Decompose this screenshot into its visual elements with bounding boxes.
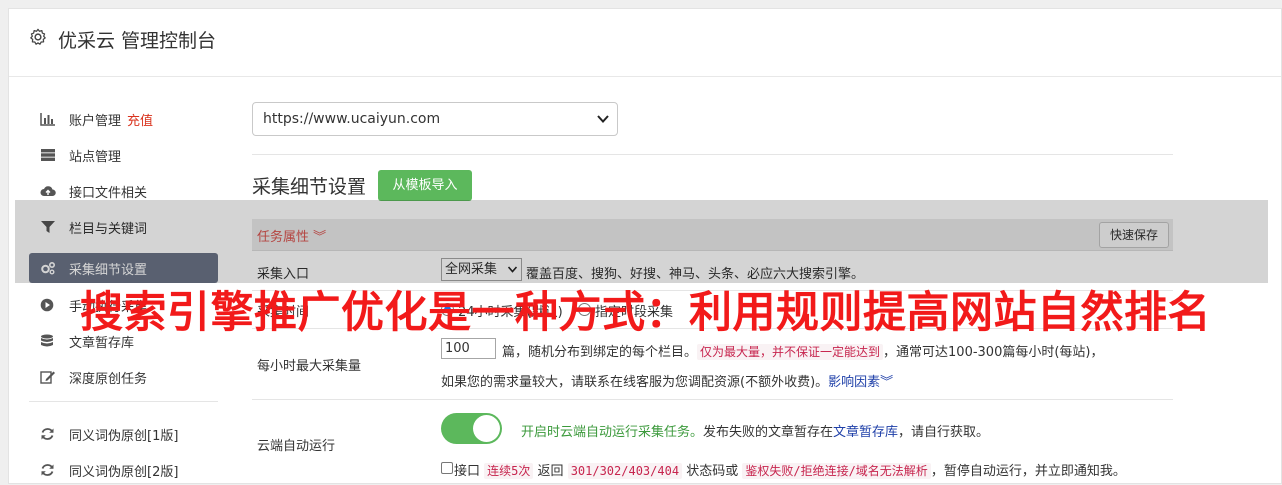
play-circle-icon bbox=[40, 298, 54, 312]
site-select[interactable]: https://www.ucaiyun.com bbox=[252, 102, 618, 136]
max-desc-line2: 如果您的需求量较大，请联系在线客服为您调配资源(不额外收费)。影响因素︾ bbox=[441, 375, 894, 390]
chevron-down-icon bbox=[597, 115, 609, 123]
cloud-auto-run-toggle[interactable] bbox=[441, 413, 502, 444]
sidebar-item-synonym-v2[interactable]: 同义词伪原创[2版] bbox=[29, 455, 218, 485]
sidebar-item-sites[interactable]: 站点管理 bbox=[29, 140, 218, 170]
overlay-banner-text: 搜索引擎推广优化是一种方式：利用规则提高网站自然排名 bbox=[80, 288, 1211, 338]
recharge-link[interactable]: 充值 bbox=[127, 114, 153, 129]
pause-notify-checkbox[interactable] bbox=[441, 462, 453, 474]
sidebar-item-deep-original[interactable]: 深度原创任务 bbox=[29, 362, 218, 392]
page-title: 优采云 管理控制台 bbox=[58, 30, 217, 52]
divider bbox=[252, 154, 1173, 155]
article-store-link[interactable]: 文章暂存库 bbox=[833, 425, 898, 440]
sidebar-item-account[interactable]: 账户管理 充值 bbox=[29, 104, 218, 134]
cloud-label: 云端自动运行 bbox=[257, 439, 336, 454]
section-title: 采集细节设置 bbox=[252, 176, 367, 198]
sidebar-item-synonym-v1[interactable]: 同义词伪原创[1版] bbox=[29, 419, 218, 449]
chevron-double-down-icon: ︾ bbox=[880, 375, 894, 390]
banner-overlay bbox=[15, 200, 1268, 283]
factors-link[interactable]: 影响因素 bbox=[828, 375, 880, 390]
site-select-value: https://www.ucaiyun.com bbox=[263, 111, 441, 127]
header: 优采云 管理控制台 bbox=[9, 9, 1281, 77]
max-per-hour-input[interactable]: 100 bbox=[441, 338, 496, 359]
bar-chart-icon bbox=[40, 113, 55, 126]
sidebar-item-label: 同义词伪原创[1版] bbox=[69, 429, 179, 444]
edit-icon bbox=[40, 371, 55, 384]
row-divider bbox=[252, 399, 1173, 400]
toggle-knob bbox=[473, 415, 500, 442]
pause-notify-desc: 接口 连续5次 返回 301/302/403/404 状态码或 鉴权失败/拒绝连… bbox=[454, 463, 1126, 479]
cloud-desc: 开启时云端自动运行采集任务。发布失败的文章暂存在文章暂存库，请自行获取。 bbox=[521, 425, 990, 440]
max-label: 每小时最大采集量 bbox=[257, 359, 362, 374]
refresh-icon bbox=[41, 464, 54, 476]
sidebar-item-label: 同义词伪原创[2版] bbox=[69, 465, 179, 480]
max-note: 仅为最大量，并不保证一定能达到 bbox=[697, 344, 884, 360]
sidebar-item-label: 接口文件相关 bbox=[69, 186, 148, 201]
server-icon bbox=[41, 149, 55, 161]
database-icon bbox=[41, 334, 53, 347]
gear-icon bbox=[30, 28, 46, 45]
max-desc-line1: 篇，随机分布到绑定的每个栏目。 仅为最大量，并不保证一定能达到 ，通常可达100-3… bbox=[502, 344, 1104, 360]
sidebar-item-label: 账户管理 bbox=[69, 114, 122, 129]
refresh-icon bbox=[41, 428, 54, 440]
import-template-button[interactable]: 从模板导入 bbox=[378, 170, 472, 201]
sidebar-divider bbox=[29, 401, 218, 402]
sidebar-item-label: 深度原创任务 bbox=[69, 372, 148, 387]
cloud-upload-icon bbox=[40, 186, 56, 196]
sidebar-item-label: 站点管理 bbox=[69, 150, 122, 165]
